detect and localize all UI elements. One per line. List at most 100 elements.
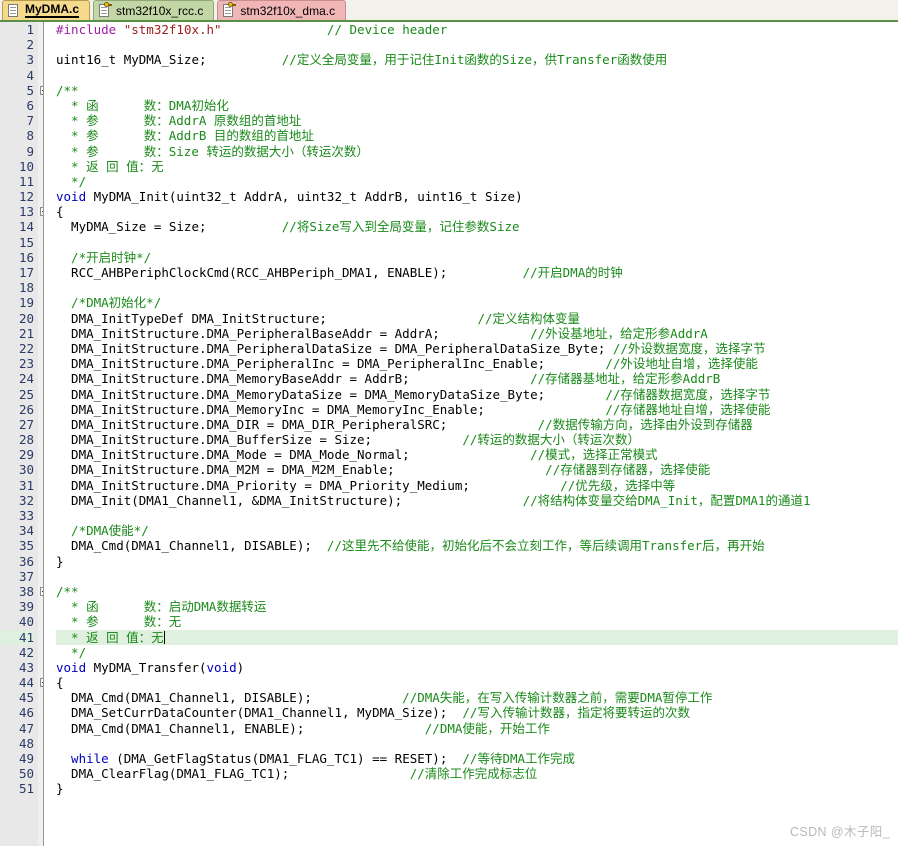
- code-line[interactable]: DMA_InitStructure.DMA_Priority = DMA_Pri…: [56, 478, 898, 493]
- line-number: 41: [0, 629, 34, 645]
- code-line[interactable]: DMA_InitStructure.DMA_Mode = DMA_Mode_No…: [56, 447, 898, 462]
- line-number: 35: [18, 538, 34, 554]
- line-number: 45: [18, 690, 34, 706]
- fold-collapse-icon[interactable]: [40, 586, 43, 596]
- code-line[interactable]: DMA_InitStructure.DMA_MemoryInc = DMA_Me…: [56, 402, 898, 417]
- line-number: 9: [26, 143, 34, 159]
- fold-collapse-icon[interactable]: [40, 207, 43, 217]
- code-line[interactable]: [56, 508, 898, 523]
- code-line[interactable]: #include "stm32f10x.h" // Device header: [56, 22, 898, 37]
- fold-cell[interactable]: [38, 675, 43, 690]
- code-line[interactable]: * 函 数：启动DMA数据转运: [56, 599, 898, 614]
- line-number: 46: [18, 705, 34, 721]
- code-line[interactable]: [56, 280, 898, 295]
- code-line[interactable]: [56, 736, 898, 751]
- fold-margin[interactable]: [38, 22, 44, 846]
- code-line[interactable]: DMA_Cmd(DMA1_Channel1, DISABLE); //DMA失能…: [56, 690, 898, 705]
- code-line[interactable]: [56, 68, 898, 83]
- fold-cell: [38, 371, 43, 386]
- editor-tab-stm32f10x-dma-c[interactable]: stm32f10x_dma.c: [217, 0, 347, 20]
- line-number: 18: [18, 280, 34, 296]
- code-token: {: [56, 204, 64, 220]
- code-editor[interactable]: 1 2 3 4 5 6 7 8 9 10 11 12 13 14 15 16 17 18 19 20 21 22 23 24 2…: [0, 22, 898, 846]
- code-line[interactable]: * 参 数：无: [56, 614, 898, 629]
- code-line[interactable]: */: [56, 645, 898, 660]
- fold-cell[interactable]: [38, 204, 43, 219]
- code-line[interactable]: * 返 回 值：无: [56, 629, 898, 645]
- code-line[interactable]: /*开启时钟*/: [56, 250, 898, 265]
- fold-cell[interactable]: [38, 584, 43, 599]
- code-token: DMA_Cmd(DMA1_Channel1, ENABLE);: [56, 720, 305, 736]
- fold-cell: [38, 326, 43, 341]
- editor-tab-bar: MyDMA.c stm32f10x_rcc.c stm32f10x_dma.c: [0, 0, 898, 22]
- code-token: //定义全局变量，用于记住Init函数的Size，供Transfer函数使用: [206, 52, 668, 68]
- fold-cell: [38, 660, 43, 675]
- code-line[interactable]: void MyDMA_Transfer(void): [56, 660, 898, 675]
- code-line[interactable]: DMA_ClearFlag(DMA1_FLAG_TC1); //清除工作完成标志…: [56, 766, 898, 781]
- fold-cell: [38, 523, 43, 538]
- code-line[interactable]: DMA_Init(DMA1_Channel1, &DMA_InitStructu…: [56, 493, 898, 508]
- line-number: 44: [18, 675, 34, 691]
- code-line[interactable]: DMA_InitStructure.DMA_DIR = DMA_DIR_Peri…: [56, 417, 898, 432]
- code-line[interactable]: DMA_InitStructure.DMA_MemoryBaseAddr = A…: [56, 371, 898, 386]
- code-line[interactable]: * 参 数：AddrA 原数组的首地址: [56, 113, 898, 128]
- code-line[interactable]: DMA_InitStructure.DMA_MemoryDataSize = D…: [56, 387, 898, 402]
- code-line[interactable]: void MyDMA_Init(uint32_t AddrA, uint32_t…: [56, 189, 898, 204]
- code-token: MyDMA_Transfer(: [93, 659, 207, 675]
- code-line[interactable]: [56, 37, 898, 52]
- code-line[interactable]: /*DMA使能*/: [56, 523, 898, 538]
- code-line[interactable]: * 参 数：AddrB 目的数组的首地址: [56, 128, 898, 143]
- code-line[interactable]: while (DMA_GetFlagStatus(DMA1_FLAG_TC1) …: [56, 751, 898, 766]
- code-line[interactable]: /**: [56, 584, 898, 599]
- code-line[interactable]: RCC_AHBPeriphClockCmd(RCC_AHBPeriph_DMA1…: [56, 265, 898, 280]
- fold-collapse-icon[interactable]: [40, 678, 43, 688]
- code-line[interactable]: * 函 数：DMA初始化: [56, 98, 898, 113]
- line-number: 22: [18, 340, 34, 356]
- code-token: //开启DMA的时钟: [447, 265, 623, 280]
- code-line[interactable]: DMA_SetCurrDataCounter(DMA1_Channel1, My…: [56, 705, 898, 720]
- code-line[interactable]: DMA_InitTypeDef DMA_InitStructure; //定义结…: [56, 311, 898, 326]
- code-token: DMA_InitTypeDef DMA_InitStructure;: [56, 310, 327, 326]
- code-line[interactable]: [56, 235, 898, 250]
- line-number: 16: [18, 249, 34, 265]
- code-line[interactable]: MyDMA_Size = Size; //将Size写入到全局变量，记住参数Si…: [56, 219, 898, 234]
- code-line[interactable]: }: [56, 554, 898, 569]
- code-line[interactable]: /**: [56, 83, 898, 98]
- line-number: 50: [18, 766, 34, 782]
- editor-tab-stm32f10x-rcc-c[interactable]: stm32f10x_rcc.c: [93, 0, 215, 20]
- line-number: 40: [18, 614, 34, 630]
- code-token: //外设基地址，给定形参AddrA: [439, 325, 708, 341]
- code-area[interactable]: #include "stm32f10x.h" // Device header u…: [56, 22, 898, 846]
- code-token: DMA_InitStructure.DMA_PeripheralInc = DM…: [56, 356, 546, 372]
- code-line[interactable]: DMA_Cmd(DMA1_Channel1, ENABLE); //DMA使能，…: [56, 721, 898, 736]
- code-line[interactable]: * 返 回 值：无: [56, 159, 898, 174]
- fold-cell[interactable]: [38, 83, 43, 98]
- fold-cell: [38, 402, 43, 417]
- code-line[interactable]: DMA_Cmd(DMA1_Channel1, DISABLE); //这里先不给…: [56, 538, 898, 553]
- code-line[interactable]: DMA_InitStructure.DMA_BufferSize = Size;…: [56, 432, 898, 447]
- document-icon: [8, 3, 20, 18]
- line-number: 43: [18, 659, 34, 675]
- code-line[interactable]: DMA_InitStructure.DMA_PeripheralDataSize…: [56, 341, 898, 356]
- fold-cell: [38, 311, 43, 326]
- editor-tab-mydma-c[interactable]: MyDMA.c: [2, 0, 91, 20]
- code-token: * 返 回 值：无: [56, 158, 164, 174]
- code-line[interactable]: * 参 数：Size 转运的数据大小（转运次数）: [56, 144, 898, 159]
- fold-cell: [38, 432, 43, 447]
- code-line[interactable]: DMA_InitStructure.DMA_PeripheralBaseAddr…: [56, 326, 898, 341]
- code-line[interactable]: {: [56, 675, 898, 690]
- code-line[interactable]: DMA_InitStructure.DMA_PeripheralInc = DM…: [56, 356, 898, 371]
- code-line[interactable]: [56, 569, 898, 584]
- code-line[interactable]: uint16_t MyDMA_Size; //定义全局变量，用于记住Init函数…: [56, 52, 898, 67]
- code-line[interactable]: {: [56, 204, 898, 219]
- code-line[interactable]: */: [56, 174, 898, 189]
- code-line[interactable]: /*DMA初始化*/: [56, 295, 898, 310]
- code-token: void: [56, 189, 94, 205]
- code-line[interactable]: }: [56, 781, 898, 796]
- code-line[interactable]: DMA_InitStructure.DMA_M2M = DMA_M2M_Enab…: [56, 462, 898, 477]
- fold-cell: [38, 189, 43, 204]
- code-token: ): [236, 659, 245, 675]
- code-token: //优先级，选择中等: [469, 477, 676, 493]
- fold-cell: [38, 98, 43, 113]
- fold-collapse-icon[interactable]: [40, 85, 43, 95]
